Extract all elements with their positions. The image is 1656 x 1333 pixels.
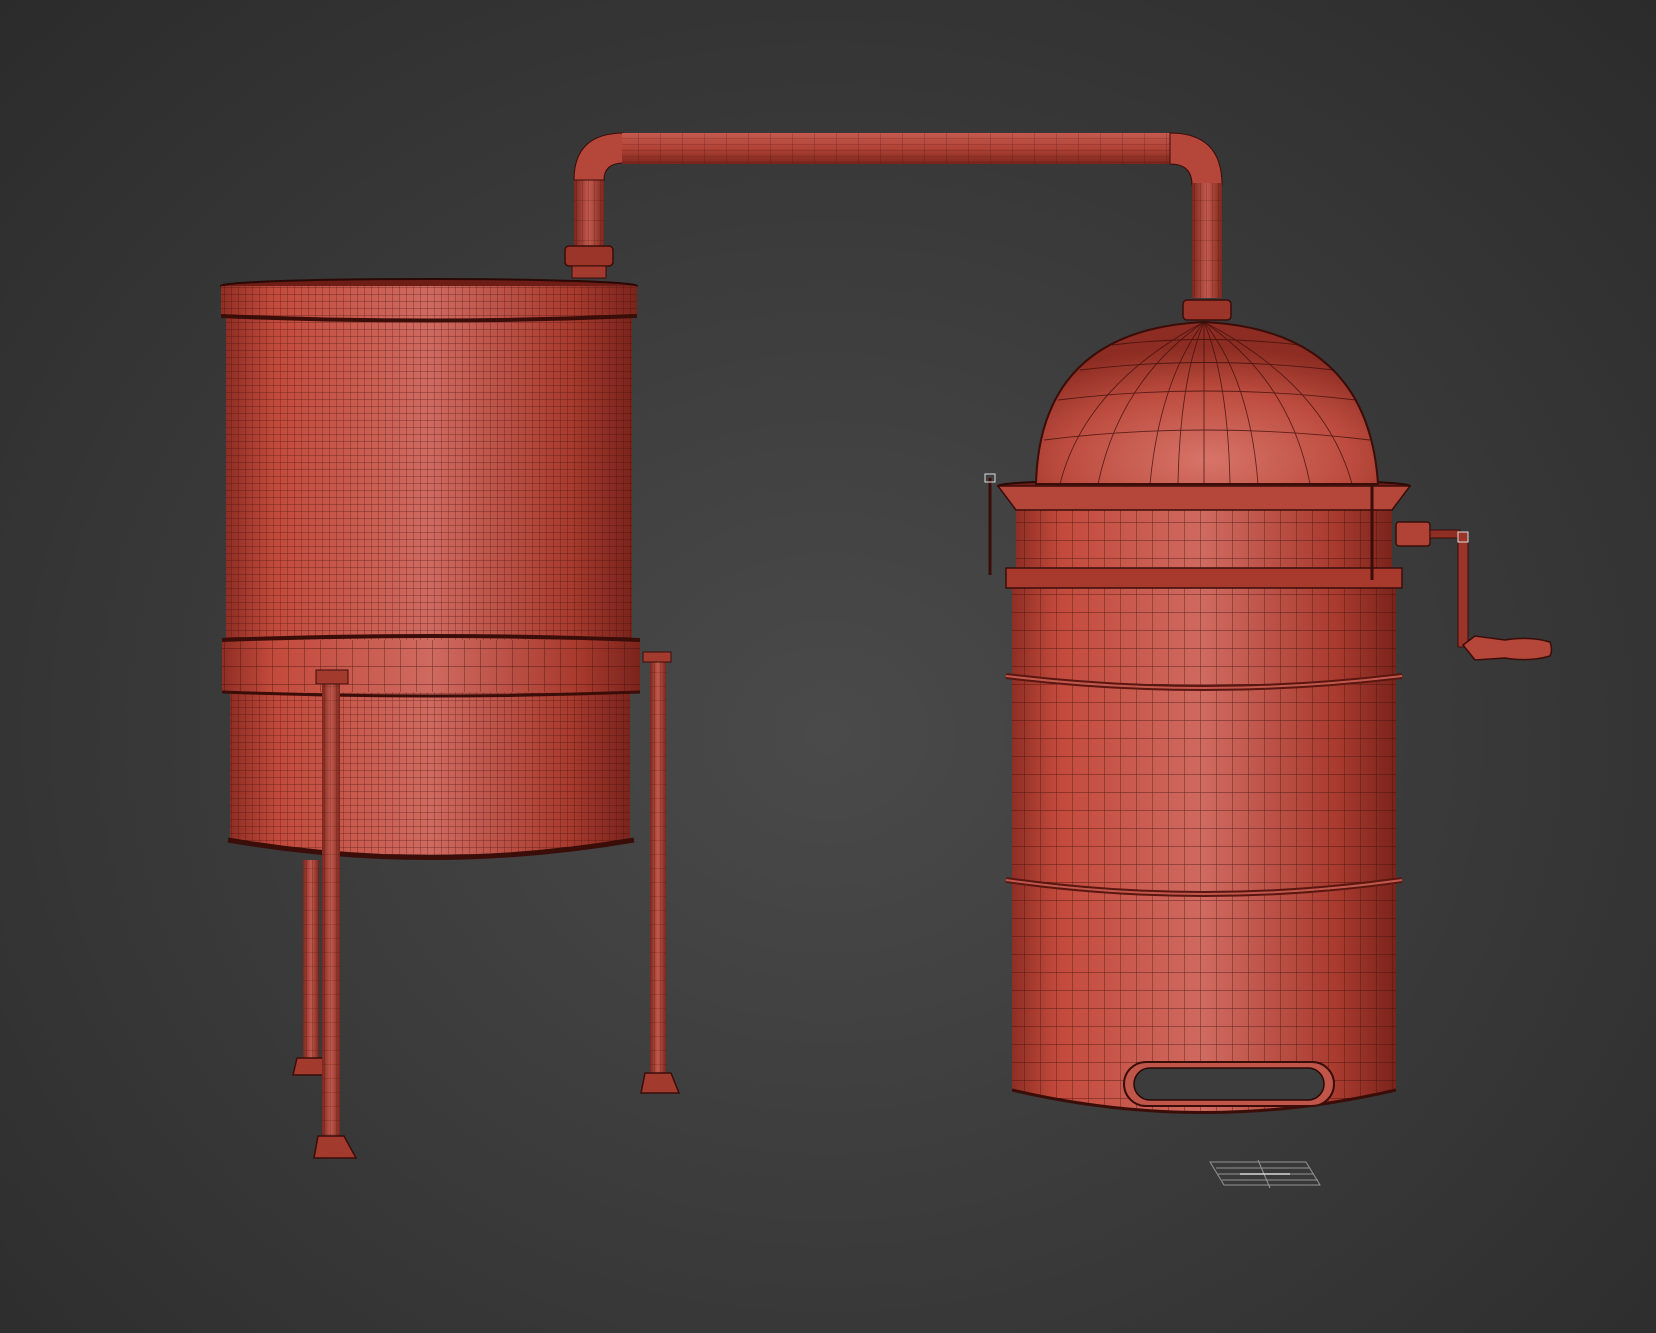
pivot-gizmo[interactable]: [1209, 1159, 1321, 1189]
dome-lid[interactable]: [1034, 320, 1380, 485]
3d-viewport[interactable]: [0, 0, 1656, 1333]
handle-cutout: [1123, 1061, 1335, 1107]
leg-right: [640, 651, 681, 1094]
connecting-pipe[interactable]: [564, 132, 1232, 321]
scene-render: [220, 132, 1553, 1189]
still-boiler[interactable]: [984, 473, 1412, 1114]
crank-handle[interactable]: [1395, 521, 1553, 661]
condenser-tank[interactable]: [220, 278, 641, 860]
